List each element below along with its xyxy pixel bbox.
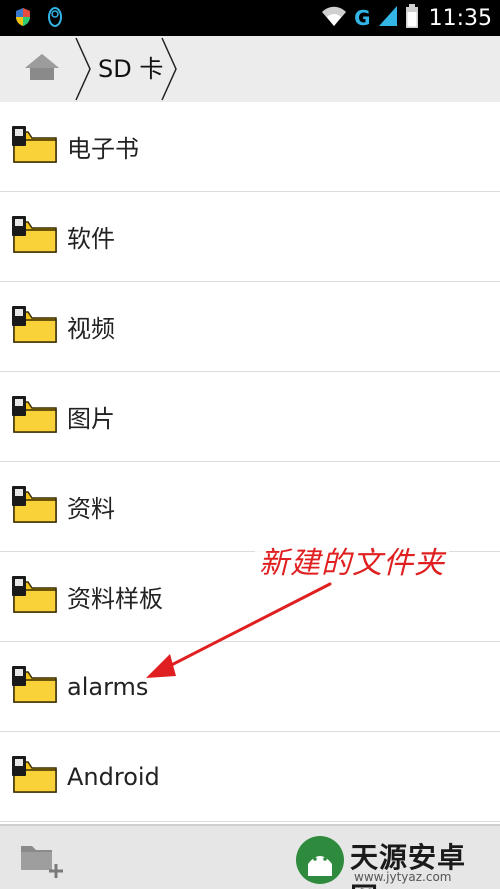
status-bar: G 11:35 xyxy=(0,0,500,36)
breadcrumb-separator xyxy=(75,37,91,101)
folder-icon xyxy=(12,396,57,433)
folder-label: 视频 xyxy=(67,315,115,343)
folder-icon xyxy=(12,486,57,523)
folder-item[interactable]: 软件 xyxy=(0,192,500,282)
signal-icon xyxy=(377,4,399,32)
shield-icon xyxy=(14,7,32,31)
folder-label: 图片 xyxy=(67,405,115,433)
home-icon xyxy=(23,52,61,86)
folder-label: Android xyxy=(67,762,160,791)
breadcrumb-sd-card[interactable]: SD 卡 xyxy=(98,36,163,102)
android-logo-icon xyxy=(296,836,344,884)
network-type: G xyxy=(354,6,371,30)
folder-item[interactable]: 电子书 xyxy=(0,102,500,192)
folder-icon xyxy=(12,216,57,253)
folder-icon xyxy=(12,306,57,343)
folder-icon xyxy=(12,756,57,793)
breadcrumb-separator xyxy=(161,37,177,101)
folder-item[interactable]: Android xyxy=(0,732,500,822)
folder-icon xyxy=(12,126,57,163)
folder-item[interactable]: 图片 xyxy=(0,372,500,462)
folder-label: 资料样板 xyxy=(67,585,163,613)
folder-item[interactable]: 视频 xyxy=(0,282,500,372)
bottom-toolbar: 天源安卓网 www.jytyaz.com xyxy=(0,824,500,889)
wifi-icon xyxy=(320,4,348,32)
folder-list: 电子书 软件 视频 图片 资料 资料样板 alarms Android xyxy=(0,102,500,822)
home-button[interactable] xyxy=(12,36,72,102)
watermark-logo: 天源安卓网 www.jytyaz.com xyxy=(294,832,494,889)
folder-item[interactable]: alarms xyxy=(0,642,500,732)
new-folder-button[interactable] xyxy=(18,838,66,880)
file-manager-screen: G 11:35 SD 卡 电子书 软件 视频 图片 资料 资料样板 alarms… xyxy=(0,0,500,889)
folder-label: 资料 xyxy=(67,495,115,523)
folder-label: 软件 xyxy=(67,225,115,253)
folder-label: 电子书 xyxy=(67,135,139,163)
new-folder-icon xyxy=(21,846,63,878)
folder-label: alarms xyxy=(67,672,149,701)
folder-icon xyxy=(12,666,57,703)
battery-icon xyxy=(405,3,419,33)
watermark-url: www.jytyaz.com xyxy=(354,870,452,884)
clock: 11:35 xyxy=(428,5,492,31)
penguin-icon xyxy=(46,6,64,32)
breadcrumb-bar: SD 卡 xyxy=(0,36,500,104)
annotation-label: 新建的文件夹 xyxy=(255,538,449,582)
folder-icon xyxy=(12,576,57,613)
